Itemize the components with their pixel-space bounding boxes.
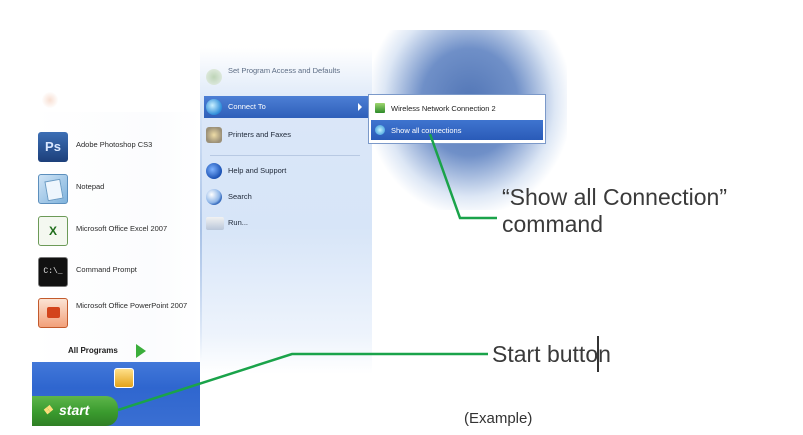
- annotation-line-2: command: [502, 211, 603, 237]
- show-all-callout-line: [428, 133, 497, 220]
- text-cursor: [597, 336, 599, 372]
- example-caption: (Example): [464, 410, 533, 427]
- start-button-callout-line: [117, 352, 488, 412]
- show-all-annotation: “Show all Connection” command: [502, 184, 727, 238]
- start-button-annotation: Start button: [492, 341, 611, 367]
- annotation-line-1: “Show all Connection”: [502, 184, 728, 210]
